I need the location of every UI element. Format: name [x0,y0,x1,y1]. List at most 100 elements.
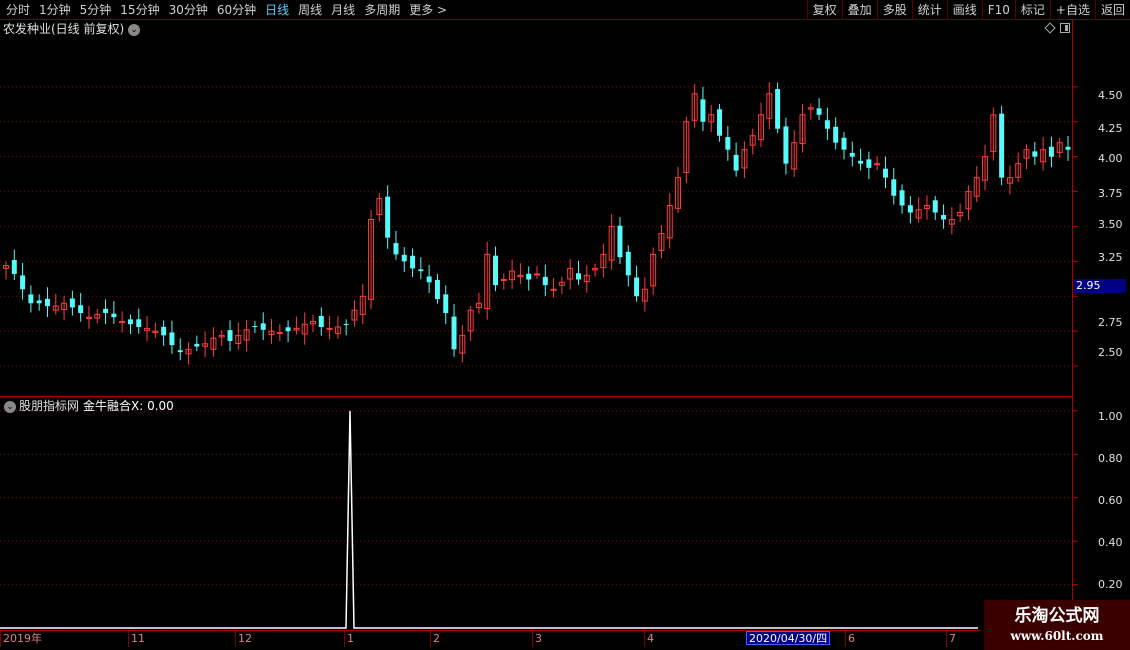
candle-body-down [634,277,640,297]
candle-body-down [824,120,830,129]
indicator-tick: 0.20 [1098,578,1123,591]
candle-body-down [849,152,855,157]
price-tick: 3.75 [1098,187,1123,200]
candle-body-down [907,205,913,213]
candle-body-down [36,300,42,304]
chart-canvas[interactable] [0,0,1130,650]
date-tick-mark [0,631,1,647]
indicator-header: ⌄ 股朋指标网 金牛融合X: 0.00 [0,398,174,414]
candle-body-down [44,298,50,307]
candle-body-down [451,316,457,350]
date-label: 6 [848,632,855,645]
candle-body-down [858,160,864,164]
candle-body-down [194,343,200,347]
candle-body-down [526,273,532,280]
date-label: 2019年 [3,632,42,645]
candle-body-down [542,276,548,286]
candle-body-down [111,313,117,318]
candle-body-down [899,190,905,206]
date-label: 11 [131,632,145,645]
candle-body-down [700,99,706,122]
candle-body-down [866,159,872,168]
indicator-tick: 1.00 [1098,410,1123,423]
price-tick: 4.50 [1098,89,1123,102]
candle-body-down [1048,146,1054,157]
candle-body-down [401,254,407,262]
date-cursor-label: 2020/04/30/四 [746,631,831,645]
price-tick: 4.25 [1098,122,1123,135]
candle-body-down [318,315,324,327]
candle-body-down [426,276,432,283]
candle-body-down [11,260,17,274]
candle-body-down [78,305,84,314]
candle-body-down [127,319,133,325]
candle-body-down [418,269,424,272]
indicator-tick: 0.40 [1098,536,1123,549]
candle-body-down [385,196,391,238]
candle-body-down [493,255,499,286]
candle-body-up [534,273,540,276]
date-tick-mark [128,631,129,647]
candle-body-down [625,251,631,276]
candle-body-down [177,350,183,353]
date-label: 2 [433,632,440,645]
candle-body-down [161,326,167,336]
candle-body-down [393,243,399,255]
date-tick-mark [946,631,947,647]
indicator-source: 股朋指标网 [19,399,80,413]
chevron-down-icon[interactable]: ⌄ [4,400,16,413]
date-tick-mark [845,631,846,647]
candle-body-up [550,288,557,291]
price-tick: 4.00 [1098,152,1123,165]
indicator-tick: 0.60 [1098,494,1123,507]
candle-body-down [343,323,349,325]
date-tick-mark [430,631,431,647]
candle-body-down [932,200,938,213]
candle-body-down [841,137,847,150]
date-label: 12 [238,632,252,645]
price-axis-line [1072,20,1073,630]
current-price-label: 2.95 [1074,279,1126,293]
candle-body-down [617,225,623,258]
watermark-title: 乐淘公式网 [1014,606,1100,626]
candle-body-down [1032,151,1038,157]
candle-body-up [326,327,333,330]
candle-body-down [575,273,581,280]
date-label: 7 [949,632,956,645]
candle-body-down [717,109,723,136]
date-axis[interactable]: 2019年 11 12 1 2 3 4 6 7 [0,630,980,650]
candle-body-down [775,89,781,129]
candle-body-down [816,108,822,115]
candle-body-down [882,168,888,178]
price-tick: 2.50 [1098,346,1123,359]
indicator-tick: 0.80 [1098,452,1123,465]
candle-body-down [434,279,440,300]
date-label: 3 [535,632,542,645]
candle-body-down [20,275,26,290]
candle-body-down [410,255,416,269]
date-tick-mark [532,631,533,647]
price-tick: 2.75 [1098,316,1123,329]
candle-body-down [833,126,839,143]
date-tick-mark [344,631,345,647]
indicator-name: 金牛融合X: 0.00 [83,399,174,413]
candle-body-down [28,294,34,304]
candle-body-down [260,323,266,330]
candle-body-down [725,137,731,150]
date-label: 4 [647,632,654,645]
candle-body-down [69,298,75,308]
candle-body-down [999,113,1005,178]
candle-body-down [941,215,947,220]
watermark-url: www.60lt.com [1010,629,1104,643]
date-tick-mark [644,631,645,647]
price-tick: 3.25 [1098,251,1123,264]
indicator-line [0,410,978,629]
candle-body-down [103,308,109,314]
candle-body-down [285,327,291,332]
candle-body-down [733,154,739,171]
candle-body-down [227,330,233,341]
pane-divider[interactable] [0,396,1072,397]
watermark: 乐淘公式网 www.60lt.com [984,600,1130,650]
candle-body-down [443,294,449,314]
candle-body-down [169,332,175,346]
